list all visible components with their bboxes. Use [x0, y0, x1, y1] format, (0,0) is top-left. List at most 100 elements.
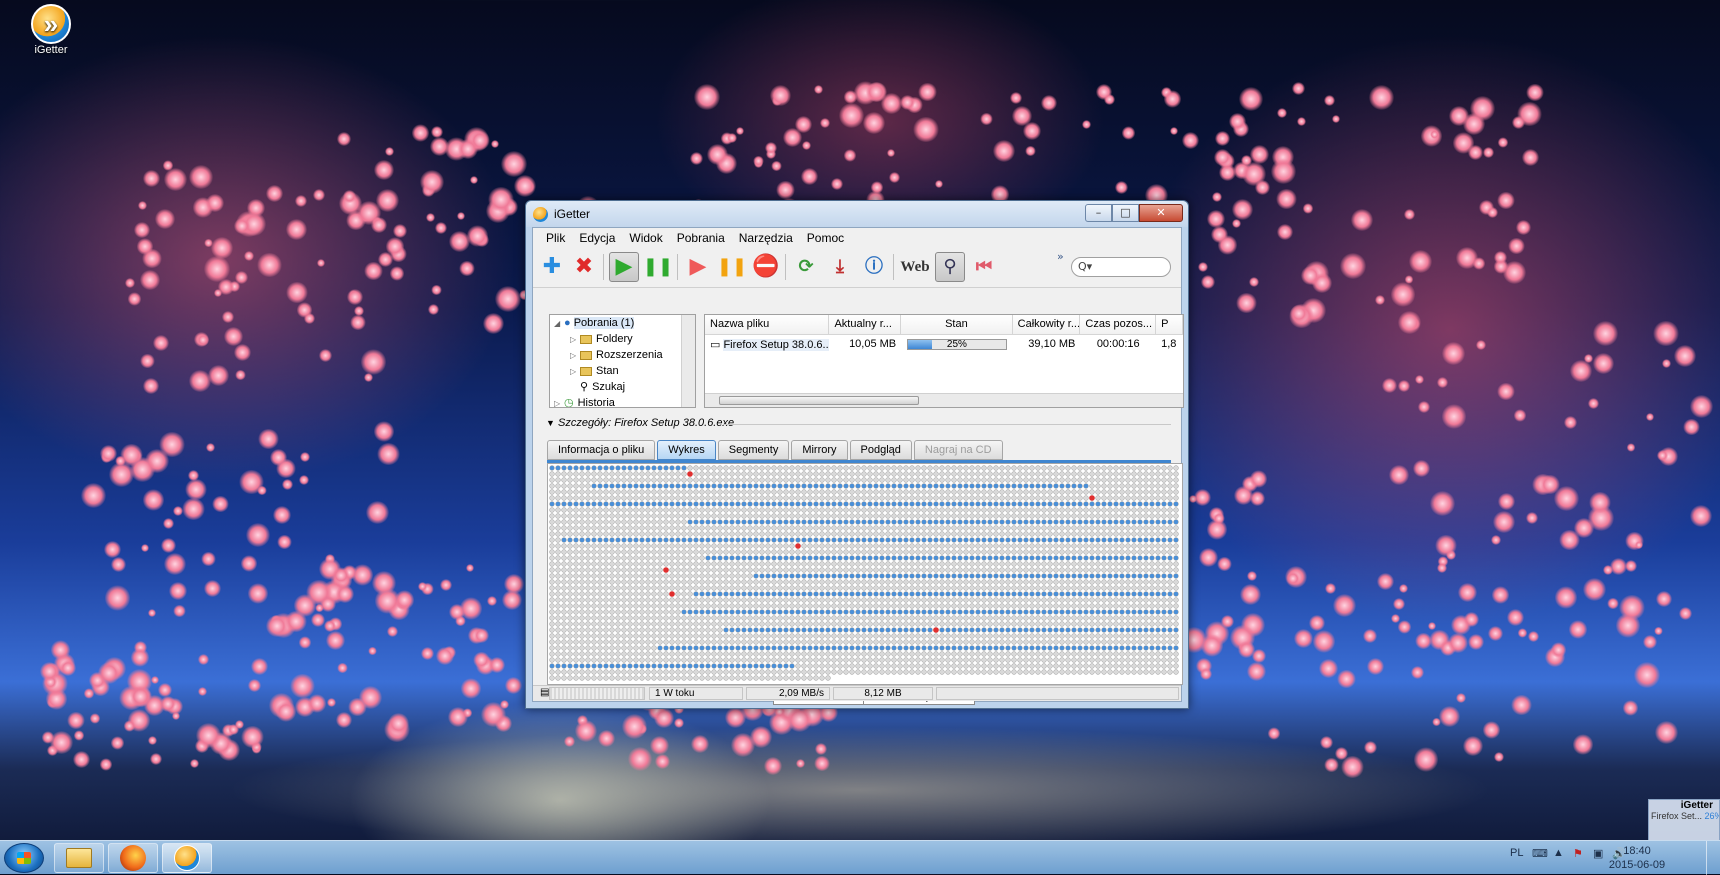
block-dot [1101, 555, 1107, 561]
block-dot [1035, 627, 1041, 633]
taskbar-igetter[interactable] [162, 843, 212, 873]
pause-icon[interactable]: ❚❚ [717, 252, 747, 282]
block-dot [609, 627, 615, 633]
tab-podglad[interactable]: Podgląd [849, 440, 912, 460]
taskbar-explorer[interactable] [54, 843, 104, 873]
desktop-icon-igetter[interactable]: iGetter [20, 4, 82, 56]
table-hscrollbar[interactable] [705, 393, 1183, 407]
tab-wykres[interactable]: Wykres [657, 440, 716, 460]
col-name[interactable]: Nazwa pliku [705, 315, 830, 334]
block-dot [1089, 621, 1095, 627]
block-dot [597, 561, 603, 567]
tree-item-stan[interactable]: ▷ Stan [570, 364, 619, 379]
block-dot [1101, 609, 1107, 615]
table-row[interactable]: ▭ Firefox Setup 38.0.6.... 10,05 MB 25% … [705, 335, 1183, 353]
show-hidden-icons[interactable]: ▲ [1553, 847, 1564, 859]
block-dot [573, 531, 579, 537]
block-dot [981, 477, 987, 483]
block-dot [579, 465, 585, 471]
tree-item-rozszerzenia[interactable]: ▷ Rozszerzenia [570, 348, 663, 363]
block-dot [1041, 543, 1047, 549]
block-dot [699, 639, 705, 645]
block-dot [771, 567, 777, 573]
block-dot [1053, 579, 1059, 585]
block-dot [825, 519, 831, 525]
tab-segmenty[interactable]: Segmenty [717, 440, 790, 460]
resume-all-icon[interactable]: ❚❚ [643, 252, 673, 282]
block-dot [975, 537, 981, 543]
maximize-button[interactable]: □ [1112, 204, 1139, 222]
keyboard-icon[interactable]: ⌨ [1532, 847, 1548, 860]
collapse-icon[interactable]: ▼ [546, 418, 555, 428]
search-panel-icon[interactable]: ⚲ [935, 252, 965, 282]
block-dot [807, 663, 813, 669]
block-dot [1047, 471, 1053, 477]
block-dot [939, 519, 945, 525]
play-icon[interactable]: ▶ [683, 252, 713, 282]
block-dot [939, 609, 945, 615]
minimize-button[interactable]: – [1085, 204, 1112, 222]
details-header[interactable]: ▼ Szczegóły: Firefox Setup 38.0.6.exe [546, 417, 734, 429]
web-icon[interactable]: Web [897, 252, 933, 282]
block-dot [669, 501, 675, 507]
block-dot [885, 585, 891, 591]
menu-narzedzia[interactable]: Narzędzia [732, 231, 800, 245]
toolbar-overflow-icon[interactable]: » [1057, 250, 1064, 263]
col-total[interactable]: Całkowity r... [1013, 315, 1081, 334]
col-extra[interactable]: P [1156, 315, 1183, 334]
delete-icon[interactable]: ✖ [569, 252, 599, 282]
block-dot [1089, 555, 1095, 561]
block-dot [1077, 543, 1083, 549]
col-current[interactable]: Aktualny r... [829, 315, 902, 334]
info-icon[interactable]: ⓘ [859, 252, 889, 282]
flag-icon[interactable]: ⚑ [1573, 847, 1583, 860]
block-dot [1119, 651, 1125, 657]
block-dot [633, 471, 639, 477]
block-dot [1005, 639, 1011, 645]
block-dot [801, 645, 807, 651]
menu-edycja[interactable]: Edycja [572, 231, 622, 245]
title-bar[interactable]: iGetter – □ ✕ [526, 201, 1188, 227]
language-indicator[interactable]: PL [1510, 847, 1523, 859]
tree-item-szukaj[interactable]: ⚲ Szukaj [570, 380, 625, 395]
mini-progress-window[interactable]: iGetter Firefox Set... 26% [1648, 799, 1720, 841]
blossom [1340, 253, 1366, 279]
block-dot [921, 621, 927, 627]
menu-widok[interactable]: Widok [622, 231, 669, 245]
site-grabber-icon[interactable]: ⤓ [825, 252, 855, 282]
blossom [435, 646, 454, 665]
menu-pomoc[interactable]: Pomoc [800, 231, 851, 245]
tree-item-foldery[interactable]: ▷ Foldery [570, 332, 633, 347]
first-icon[interactable]: ⏮ [969, 252, 999, 282]
stop-icon[interactable]: ⛔ [751, 252, 781, 282]
block-dot [675, 513, 681, 519]
block-dot [1131, 549, 1137, 555]
block-dot [765, 531, 771, 537]
block-dot [1053, 645, 1059, 651]
show-desktop-button[interactable] [1706, 841, 1720, 875]
block-dot [807, 549, 813, 555]
menu-plik[interactable]: Plik [539, 231, 572, 245]
tab-informacja[interactable]: Informacja o pliku [547, 440, 656, 460]
scheduler-icon[interactable]: ⟳ [791, 252, 821, 282]
tree-item-historia[interactable]: ▷ ◷ Historia [554, 396, 615, 407]
close-button[interactable]: ✕ [1139, 204, 1183, 222]
scroll-thumb[interactable] [719, 396, 919, 405]
add-download-icon[interactable]: ✚ [537, 252, 567, 282]
tree-scrollbar[interactable] [681, 315, 695, 407]
block-dot [969, 615, 975, 621]
col-status[interactable]: Stan [901, 315, 1013, 334]
block-dot [771, 531, 777, 537]
clock[interactable]: 18:40 2015-06-09 [1602, 844, 1672, 872]
block-dot [675, 669, 681, 675]
block-dot [1077, 519, 1083, 525]
search-input[interactable]: Q▾ [1071, 257, 1171, 277]
tree-item-pobrania[interactable]: ◢ ● Pobrania (1) [554, 316, 635, 331]
tab-mirrory[interactable]: Mirrory [791, 440, 848, 460]
taskbar-firefox[interactable] [108, 843, 158, 873]
col-remaining[interactable]: Czas pozos... [1080, 315, 1157, 334]
start-button[interactable] [4, 843, 44, 873]
start-all-icon[interactable]: ▶ [609, 252, 639, 282]
menu-pobrania[interactable]: Pobrania [670, 231, 732, 245]
blossom [1482, 721, 1500, 739]
